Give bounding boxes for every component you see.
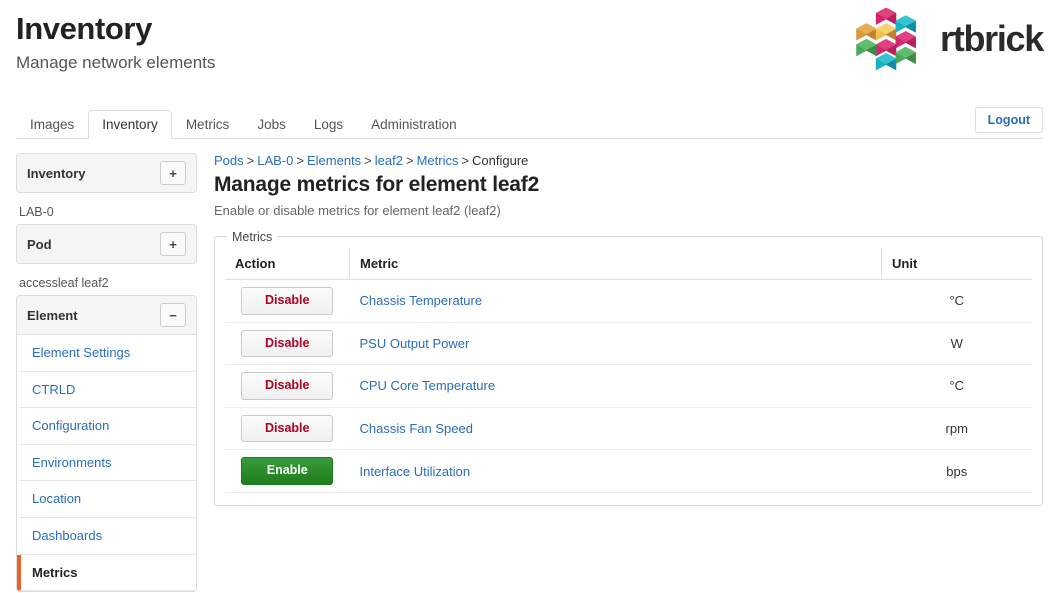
table-cell-metric: Chassis Fan Speed — [349, 407, 882, 451]
metric-link-chassis-temperature[interactable]: Chassis Temperature — [360, 293, 483, 308]
sidebar-item-metrics[interactable]: Metrics — [17, 554, 196, 592]
sidebar-panel-pod: Pod + — [16, 224, 197, 264]
sidebar-panel-inventory-title: Inventory — [27, 165, 86, 181]
table-cell-unit: °C — [881, 279, 1032, 323]
metrics-table-head: Action Metric Unit — [225, 247, 1032, 280]
sidebar-panel-element-header[interactable]: Element − — [17, 296, 196, 335]
sidebar-panel-element-title: Element — [27, 307, 78, 323]
metrics-table-body: Disable Chassis Temperature °C Disable P… — [225, 279, 1032, 494]
tab-administration[interactable]: Administration — [357, 110, 471, 140]
table-cell-unit: bps — [881, 449, 1032, 494]
rtbrick-logo-icon — [856, 7, 916, 71]
column-header-metric: Metric — [349, 247, 882, 280]
metric-link-interface-utilization[interactable]: Interface Utilization — [360, 464, 471, 479]
breadcrumb-separator: > — [405, 153, 414, 168]
sidebar-item-location[interactable]: Location — [17, 481, 196, 518]
table-cell-action: Disable — [225, 322, 350, 366]
metric-link-cpu-core-temperature[interactable]: CPU Core Temperature — [360, 378, 496, 393]
tab-images[interactable]: Images — [16, 110, 88, 140]
breadcrumb-item-metrics[interactable]: Metrics — [417, 153, 459, 168]
table-cell-metric: Interface Utilization — [349, 449, 882, 494]
sidebar-item-ctrld[interactable]: CTRLD — [17, 371, 196, 409]
breadcrumb-item-configure: Configure — [472, 153, 529, 168]
sidebar-group-label-lab0: LAB-0 — [19, 205, 54, 219]
metric-link-psu-output-power[interactable]: PSU Output Power — [360, 336, 470, 351]
page-header: Inventory Manage network elements rtbric… — [0, 0, 1059, 92]
disable-metric-button[interactable]: Disable — [241, 372, 334, 400]
metric-link-chassis-fan-speed[interactable]: Chassis Fan Speed — [360, 421, 473, 436]
tab-logs[interactable]: Logs — [300, 110, 357, 140]
table-row: Enable Interface Utilization bps — [225, 449, 1032, 494]
logout-button[interactable]: Logout — [974, 107, 1043, 133]
breadcrumb-item-elements[interactable]: Elements — [307, 153, 361, 168]
disable-metric-button[interactable]: Disable — [241, 414, 334, 443]
expand-plus-icon[interactable]: + — [160, 161, 186, 185]
enable-metric-button[interactable]: Enable — [241, 457, 334, 486]
column-header-unit: Unit — [881, 247, 1032, 280]
breadcrumb-item-leaf2[interactable]: leaf2 — [375, 153, 403, 168]
collapse-minus-icon[interactable]: − — [160, 303, 186, 327]
sidebar-group-label-element: accessleaf leaf2 — [19, 276, 109, 290]
page-description: Enable or disable metrics for element le… — [214, 202, 501, 218]
breadcrumb-separator: > — [364, 153, 372, 168]
table-row: Disable CPU Core Temperature °C — [225, 364, 1032, 408]
table-row: Disable Chassis Fan Speed rpm — [225, 407, 1032, 451]
page-title: Manage metrics for element leaf2 — [214, 172, 540, 196]
table-cell-metric: PSU Output Power — [349, 322, 882, 366]
brand-wordmark: rtbrick — [940, 18, 1044, 59]
metrics-fieldset-legend: Metrics — [232, 229, 273, 244]
table-cell-unit: rpm — [881, 407, 1032, 451]
table-cell-action: Disable — [225, 279, 350, 323]
table-row: Disable PSU Output Power W — [225, 322, 1032, 366]
metrics-fieldset: Metrics Action Metric Unit Disable Chass… — [214, 229, 1043, 507]
table-cell-metric: Chassis Temperature — [349, 279, 882, 323]
sidebar-item-environments[interactable]: Environments — [17, 444, 196, 482]
sidebar-panel-pod-header[interactable]: Pod + — [17, 225, 196, 263]
breadcrumb-item-pods[interactable]: Pods — [214, 153, 244, 168]
sidebar-panel-inventory-header[interactable]: Inventory + — [17, 154, 196, 192]
breadcrumb-separator: > — [296, 153, 304, 168]
main-panel: Pods > LAB-0 > Elements > leaf2 > Metrics > Config… — [197, 153, 1043, 507]
breadcrumb-separator: > — [461, 153, 470, 168]
tab-jobs[interactable]: Jobs — [243, 110, 300, 140]
tab-inventory[interactable]: Inventory — [88, 109, 172, 139]
sidebar-panel-pod-title: Pod — [27, 236, 52, 252]
table-cell-metric: CPU Core Temperature — [349, 364, 882, 408]
content-area: Inventory + LAB-0 Pod + accessleaf leaf2… — [0, 139, 1059, 593]
tab-metrics[interactable]: Metrics — [172, 110, 244, 140]
breadcrumb-separator: > — [246, 153, 255, 168]
breadcrumb-item-lab0[interactable]: LAB-0 — [257, 153, 293, 168]
column-header-action: Action — [225, 247, 350, 280]
disable-metric-button[interactable]: Disable — [241, 329, 334, 358]
table-cell-unit: W — [881, 322, 1032, 366]
metrics-table: Action Metric Unit Disable Chassis Tempe… — [225, 247, 1032, 494]
table-cell-unit: °C — [881, 364, 1032, 408]
table-row: Disable Chassis Temperature °C — [225, 279, 1032, 323]
sidebar-panel-element: Element − Element Settings CTRLD Configu… — [16, 295, 197, 593]
sidebar: Inventory + LAB-0 Pod + accessleaf leaf2… — [16, 153, 197, 593]
breadcrumb: Pods > LAB-0 > Elements > leaf2 > Metrics > Config… — [214, 153, 1043, 170]
table-cell-action: Disable — [225, 407, 350, 451]
brand-logo: rtbrick — [850, 6, 1044, 72]
table-header-row: Action Metric Unit — [225, 247, 1032, 280]
sidebar-item-element-settings[interactable]: Element Settings — [17, 335, 196, 372]
sidebar-item-dashboards[interactable]: Dashboards — [17, 517, 196, 555]
table-cell-action: Disable — [225, 364, 350, 408]
expand-plus-icon[interactable]: + — [160, 232, 186, 256]
main-tabbar: Images Inventory Metrics Jobs Logs Admin… — [16, 106, 1043, 139]
sidebar-item-configuration[interactable]: Configuration — [17, 408, 196, 445]
table-cell-action: Enable — [225, 449, 350, 494]
disable-metric-button[interactable]: Disable — [241, 286, 334, 315]
sidebar-panel-inventory: Inventory + — [16, 153, 197, 193]
